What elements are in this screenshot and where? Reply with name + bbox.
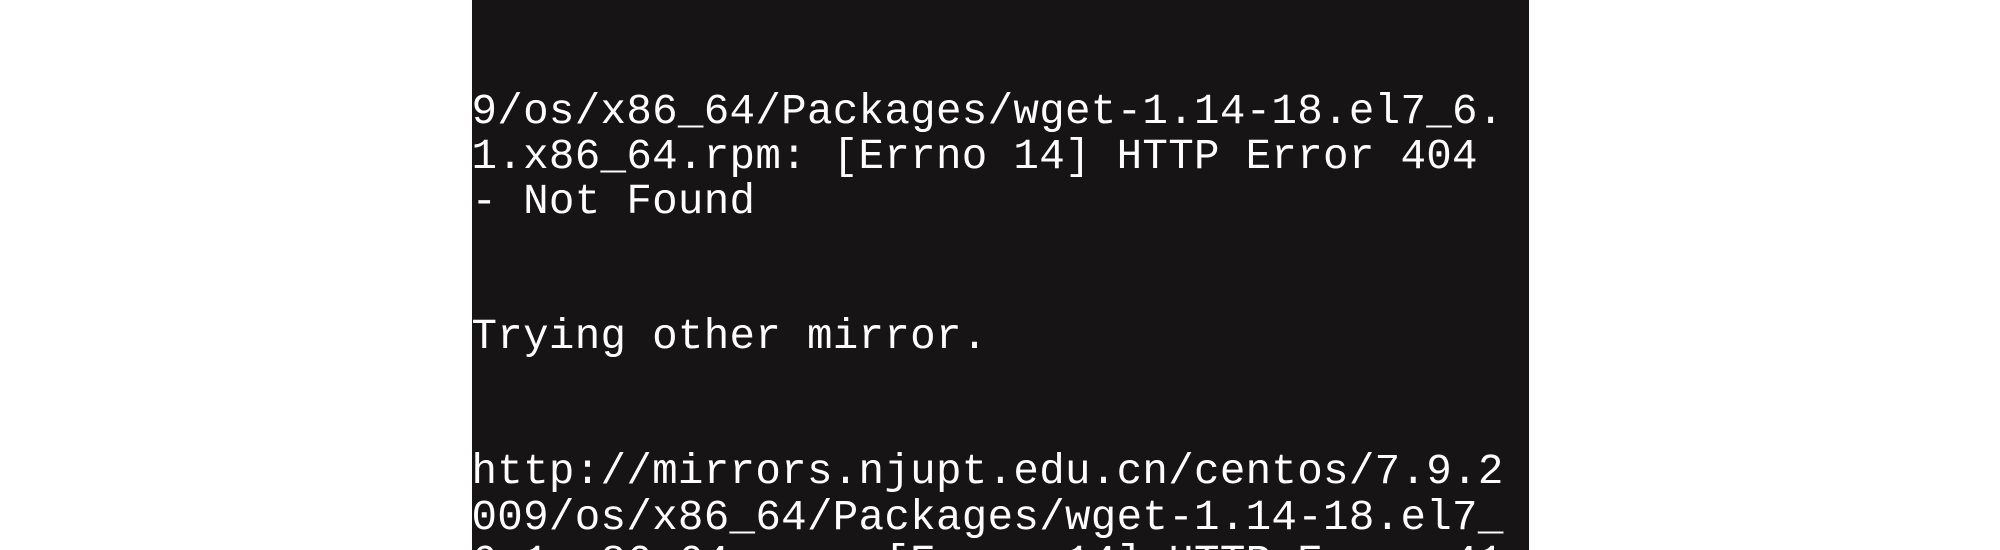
terminal-line: 9/os/x86_64/Packages/wget-1.14-18.el7_6.…	[472, 90, 1529, 225]
terminal-output[interactable]: 9/os/x86_64/Packages/wget-1.14-18.el7_6.…	[472, 0, 1529, 550]
terminal-line: Trying other mirror.	[472, 315, 1529, 360]
terminal-line: http://mirrors.njupt.edu.cn/centos/7.9.2…	[472, 450, 1529, 550]
